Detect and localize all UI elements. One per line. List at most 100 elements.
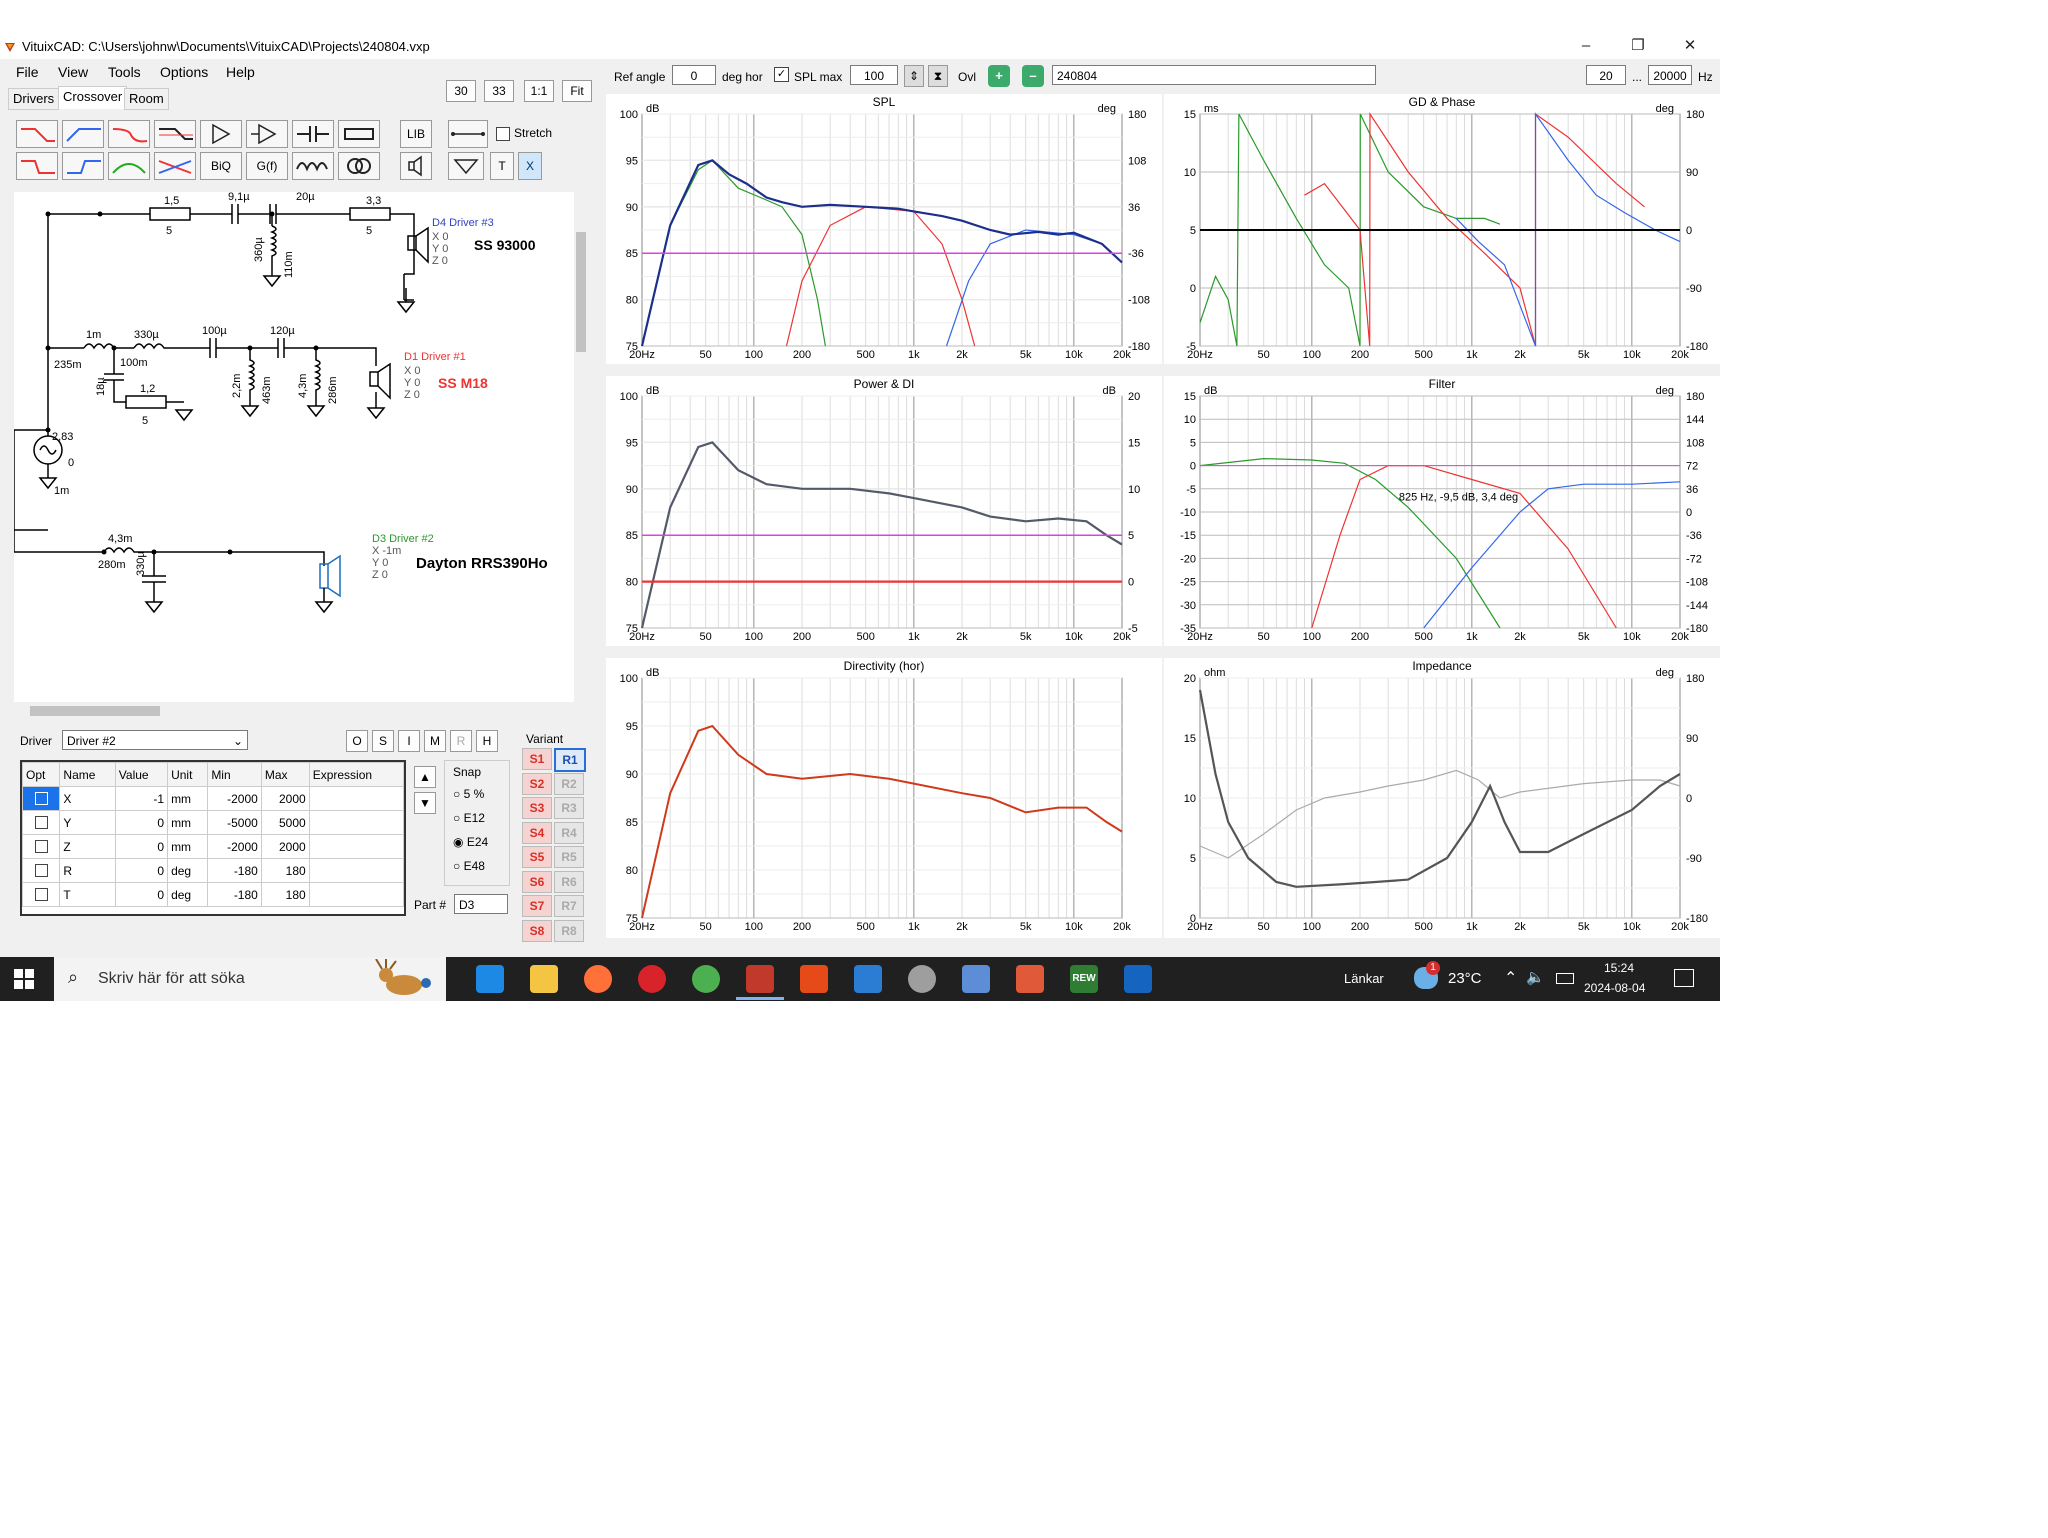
opt-checkbox[interactable] xyxy=(21,858,61,883)
param-min[interactable]: -180 xyxy=(207,882,262,907)
links-toolbar[interactable]: Länkar xyxy=(1344,971,1384,986)
delete-button[interactable]: X xyxy=(518,152,542,180)
schematic-hscroll[interactable] xyxy=(14,702,574,720)
ref-angle-input[interactable]: 0 xyxy=(672,65,716,85)
param-max[interactable]: 2000 xyxy=(260,786,310,811)
s-button[interactable]: S xyxy=(372,730,394,752)
chrome-icon[interactable] xyxy=(692,965,720,993)
variant-r8-button[interactable]: R8 xyxy=(554,919,584,942)
inductor-button[interactable] xyxy=(292,152,334,180)
firefox-icon[interactable] xyxy=(584,965,612,993)
variant-s8-button[interactable]: S8 xyxy=(522,919,552,942)
taskbar-search[interactable]: ⌕ Skriv här för att söka xyxy=(54,957,446,1001)
app-icon-red[interactable] xyxy=(1016,965,1044,993)
allpass-button[interactable] xyxy=(154,152,196,180)
table-row[interactable]: Y 0 mm -5000 5000 xyxy=(21,810,405,835)
snap-option-e12[interactable]: ○ E12 xyxy=(453,811,485,825)
tab-room[interactable]: Room xyxy=(124,88,169,110)
file-explorer-icon[interactable] xyxy=(530,965,558,993)
add-overlay-button[interactable]: + xyxy=(988,65,1010,87)
highpass-blue-button[interactable] xyxy=(62,120,104,148)
opt-checkbox[interactable] xyxy=(21,882,61,907)
wire-button[interactable] xyxy=(448,120,488,148)
spl-auto-button[interactable]: ⧗ xyxy=(928,65,948,87)
variant-s1-button[interactable]: S1 xyxy=(522,748,552,770)
variant-s4-button[interactable]: S4 xyxy=(522,821,552,844)
r-button[interactable]: R xyxy=(450,730,472,752)
schematic-canvas[interactable]: 1,5 5 9,1µ 20µ 3,3 5 360µ 110m D4 Driver… xyxy=(13,191,574,702)
param-min[interactable]: -2000 xyxy=(207,786,262,811)
bandpass-green-button[interactable] xyxy=(108,152,150,180)
tab-drivers[interactable]: Drivers xyxy=(8,88,60,110)
snap-option-e48[interactable]: ○ E48 xyxy=(453,859,485,873)
minimize-button[interactable]: – xyxy=(1564,35,1608,57)
notifications-icon[interactable] xyxy=(1674,969,1694,987)
variant-s2-button[interactable]: S2 xyxy=(522,772,552,795)
menu-tools[interactable]: Tools xyxy=(108,64,141,80)
gf-button[interactable]: G(f) xyxy=(246,152,288,180)
ground-button[interactable] xyxy=(448,152,484,180)
param-expression[interactable] xyxy=(308,882,405,907)
paint-icon[interactable] xyxy=(908,965,936,993)
param-min[interactable]: -5000 xyxy=(207,810,262,835)
capacitor-button[interactable] xyxy=(292,120,334,148)
opt-checkbox[interactable] xyxy=(21,834,61,859)
zoom-fit-button[interactable]: Fit xyxy=(562,80,592,102)
tab-crossover[interactable]: Crossover xyxy=(58,86,128,109)
driver-select[interactable]: Driver #2 ⌄ xyxy=(62,730,248,750)
param-max[interactable]: 2000 xyxy=(260,834,310,859)
start-button[interactable] xyxy=(14,969,34,989)
amplifier-button[interactable] xyxy=(246,120,288,148)
lowpass-2-button[interactable] xyxy=(16,152,58,180)
vituixcad-icon[interactable] xyxy=(746,965,774,993)
part-input[interactable]: D3 xyxy=(454,894,508,914)
variant-r4-button[interactable]: R4 xyxy=(554,821,584,844)
crossover-schematic[interactable]: 1,5 5 9,1µ 20µ 3,3 5 360µ 110m D4 Driver… xyxy=(13,191,574,702)
office-icon[interactable] xyxy=(800,965,828,993)
table-row[interactable]: R 0 deg -180 180 xyxy=(21,858,405,883)
text-button[interactable]: T xyxy=(490,152,514,180)
lowpass-red-button[interactable] xyxy=(16,120,58,148)
highpass-2-button[interactable] xyxy=(62,152,104,180)
o-button[interactable]: O xyxy=(346,730,368,752)
maximize-button[interactable]: ❐ xyxy=(1616,35,1660,57)
table-row[interactable]: X -1 mm -2000 2000 xyxy=(21,786,405,811)
close-button[interactable]: ✕ xyxy=(1668,35,1712,57)
spl-spin-button[interactable]: ⇕ xyxy=(904,65,924,87)
lib-button[interactable]: LIB xyxy=(400,120,432,148)
param-expression[interactable] xyxy=(308,786,405,811)
param-max[interactable]: 5000 xyxy=(260,810,310,835)
schematic-vscroll[interactable] xyxy=(574,192,588,702)
freq-max-input[interactable]: 20000 xyxy=(1648,65,1692,85)
menu-file[interactable]: File xyxy=(16,64,39,80)
battery-icon[interactable] xyxy=(1556,973,1574,984)
menu-view[interactable]: View xyxy=(58,64,88,80)
freq-min-input[interactable]: 20 xyxy=(1586,65,1626,85)
spl-max-input[interactable]: 100 xyxy=(850,65,898,85)
table-row[interactable]: T 0 deg -180 180 xyxy=(21,882,405,907)
param-min[interactable]: -180 xyxy=(207,858,262,883)
mail-icon[interactable] xyxy=(476,965,504,993)
param-value[interactable]: 0 xyxy=(114,834,169,859)
rew-icon[interactable]: REW xyxy=(1070,965,1098,993)
overlay-name-input[interactable]: 240804 xyxy=(1052,65,1376,85)
bandpass-red-button[interactable] xyxy=(108,120,150,148)
param-value[interactable]: 0 xyxy=(114,810,169,835)
variant-s7-button[interactable]: S7 xyxy=(522,895,552,917)
zoom-1to1-button[interactable]: 1:1 xyxy=(524,80,554,102)
i-button[interactable]: I xyxy=(398,730,420,752)
remote-desktop-icon[interactable] xyxy=(962,965,990,993)
variant-s3-button[interactable]: S3 xyxy=(522,797,552,819)
buffer-button[interactable] xyxy=(200,120,242,148)
zoom-33-button[interactable]: 33 xyxy=(484,80,514,102)
menu-options[interactable]: Options xyxy=(160,64,208,80)
param-min[interactable]: -2000 xyxy=(207,834,262,859)
variant-s6-button[interactable]: S6 xyxy=(522,870,552,893)
stretch-checkbox[interactable] xyxy=(496,127,510,141)
spl-max-checkbox[interactable]: ✓ xyxy=(774,67,789,82)
resistor-button[interactable] xyxy=(338,120,380,148)
snap-option-e24[interactable]: ◉ E24 xyxy=(453,835,488,849)
clock-date[interactable]: 2024-08-04 xyxy=(1584,981,1645,995)
variant-r1-button[interactable]: R1 xyxy=(554,748,586,772)
opt-checkbox[interactable] xyxy=(21,786,61,811)
